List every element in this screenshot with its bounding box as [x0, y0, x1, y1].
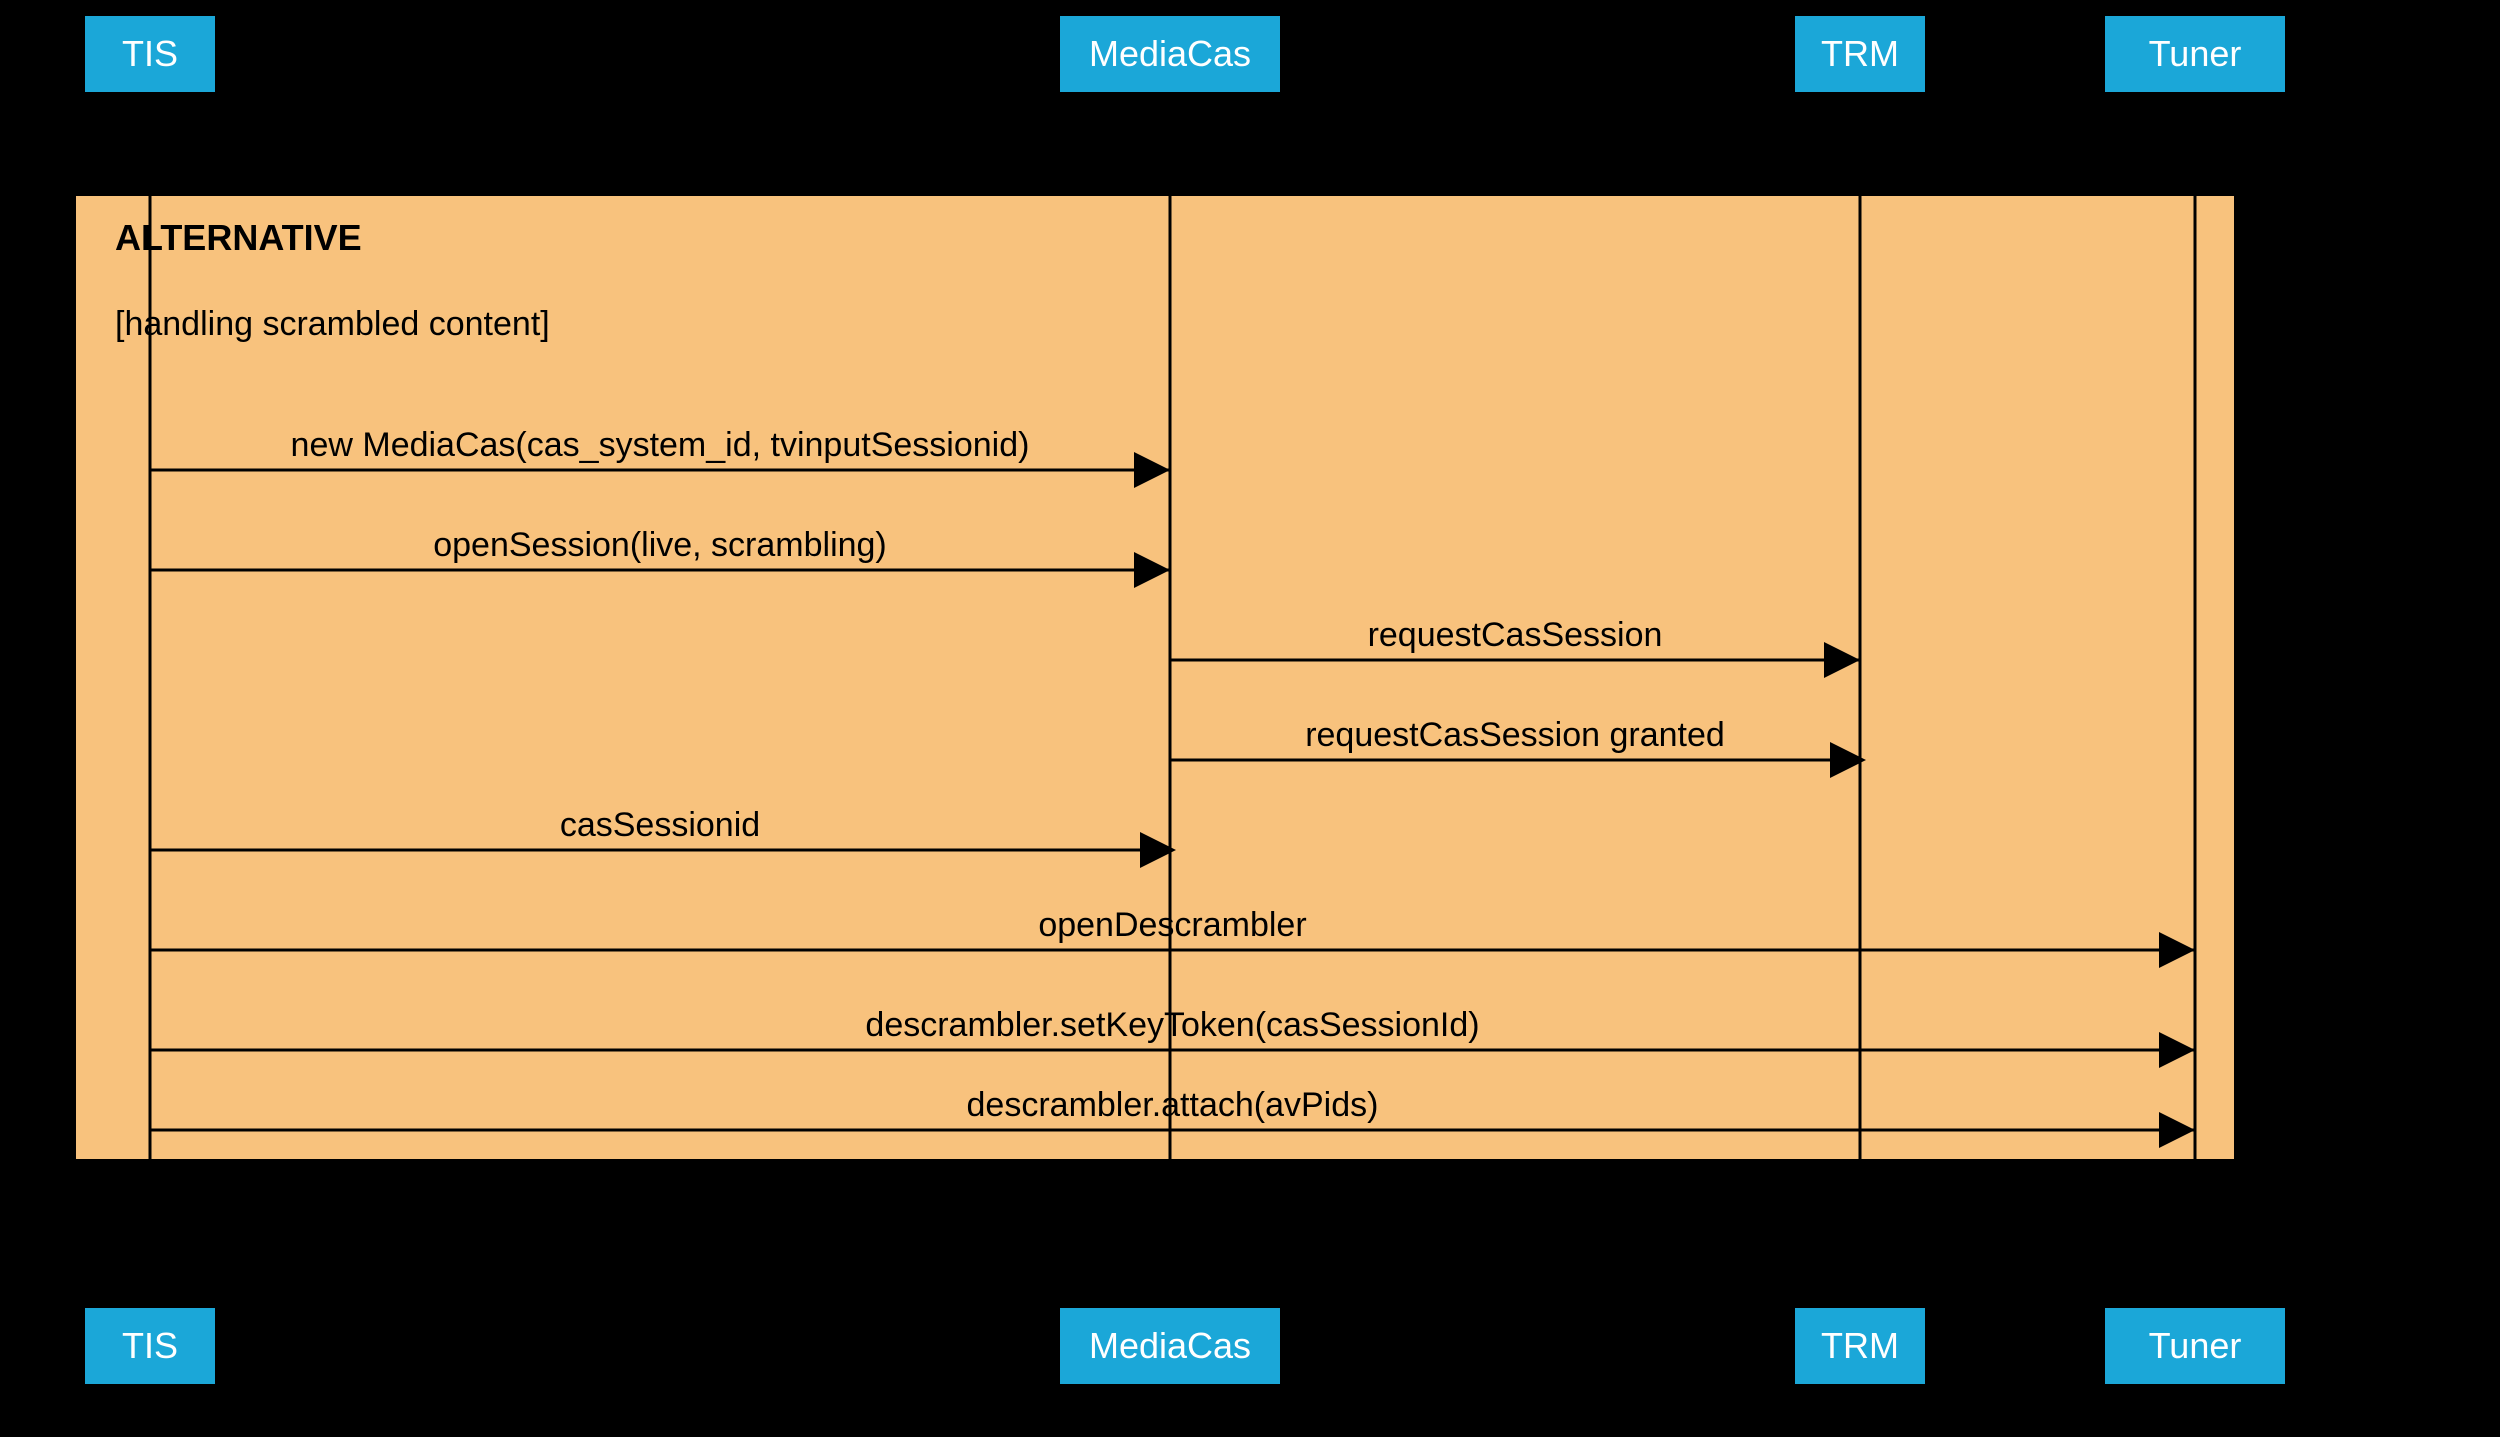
participant-label-tuner-top: Tuner [2149, 33, 2242, 74]
message-label-3: requestCasSession granted [1305, 716, 1725, 754]
participant-label-tis-top: TIS [122, 33, 178, 74]
message-label-6: descrambler.setKeyToken(casSessionId) [865, 1006, 1479, 1044]
alt-frame-layer: ALTERNATIVE [handling scrambled content] [75, 92, 2235, 1308]
message-label-5: openDescrambler [1038, 906, 1306, 944]
participant-label-tuner-bottom: Tuner [2149, 1325, 2242, 1366]
sequence-diagram: ALTERNATIVE[handling scrambled content] … [0, 0, 2500, 1437]
message-label-7: descrambler.attach(avPids) [967, 1086, 1379, 1124]
participant-label-mcas-bottom: MediaCas [1089, 1325, 1251, 1366]
message-label-0: new MediaCas(cas_system_id, tvinputSessi… [291, 426, 1030, 464]
message-label-2: requestCasSession [1368, 616, 1663, 654]
participant-label-tis-bottom: TIS [122, 1325, 178, 1366]
message-label-4: casSessionid [560, 806, 760, 844]
alt-condition: [handling scrambled content] [115, 305, 550, 343]
participant-label-trm-top: TRM [1821, 33, 1899, 74]
participant-label-trm-bottom: TRM [1821, 1325, 1899, 1366]
participant-label-mcas-top: MediaCas [1089, 33, 1251, 74]
message-label-1: openSession(live, scrambling) [433, 526, 887, 564]
alt-title: ALTERNATIVE [115, 217, 362, 258]
